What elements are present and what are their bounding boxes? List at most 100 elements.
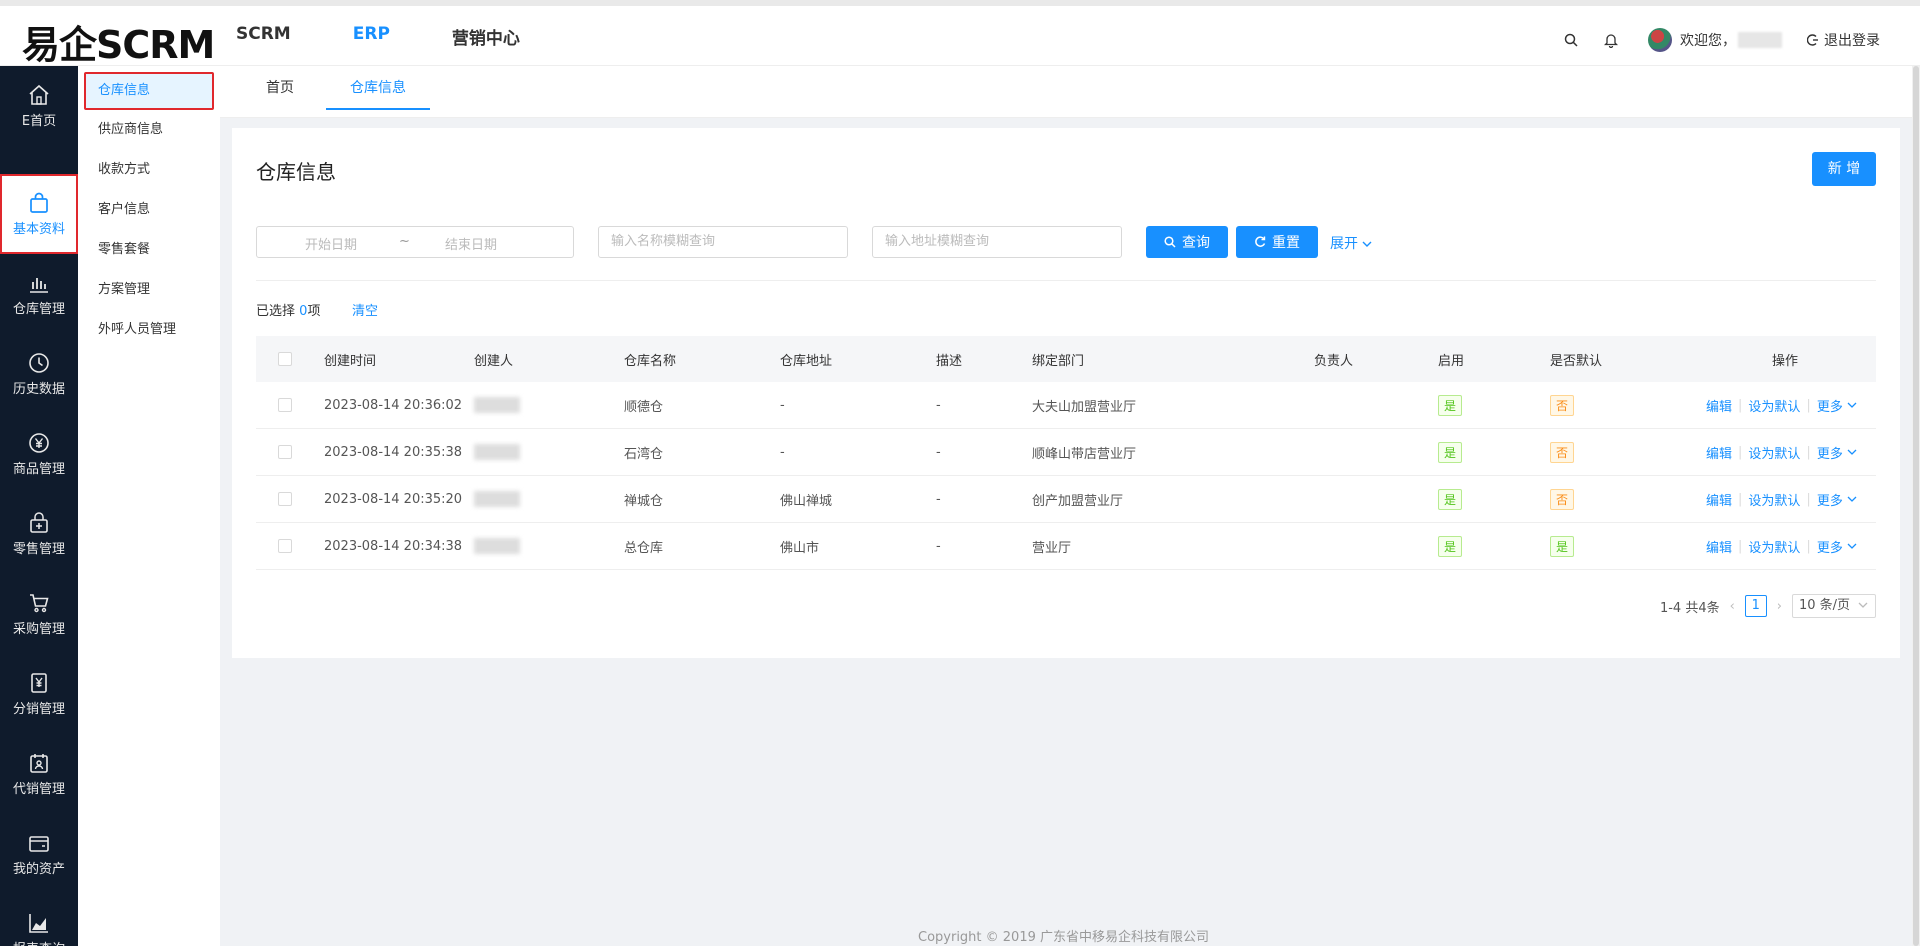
search-icon: [1164, 236, 1176, 248]
end-date-placeholder[interactable]: 结束日期: [445, 234, 497, 253]
edit-link[interactable]: 编辑: [1706, 490, 1732, 509]
scrollbar-thumb[interactable]: [1913, 66, 1919, 946]
table-row: 2023-08-14 20:34:38 总仓库 佛山市 - 营业厅 是 是 编辑…: [256, 523, 1876, 570]
cell-address: 佛山禅城: [780, 493, 833, 509]
page-tabs: 首页 仓库信息: [220, 66, 1920, 118]
creator-redacted: [474, 444, 520, 460]
username-redacted: [1738, 32, 1782, 48]
logout-icon[interactable]: [1804, 31, 1822, 49]
select-all-checkbox[interactable]: [278, 352, 292, 366]
edit-link[interactable]: 编辑: [1706, 537, 1732, 556]
more-link[interactable]: 更多: [1817, 490, 1843, 509]
sidebar-item-purchase[interactable]: 采购管理: [0, 574, 78, 654]
submenu-item-supplier-info[interactable]: 供应商信息: [78, 110, 220, 150]
row-checkbox[interactable]: [278, 492, 292, 506]
calendar-user-icon: [30, 754, 48, 773]
edit-link[interactable]: 编辑: [1706, 396, 1732, 415]
next-page-icon[interactable]: ›: [1777, 599, 1782, 614]
start-date-placeholder[interactable]: 开始日期: [305, 234, 357, 253]
chevron-down-icon: [1847, 496, 1857, 502]
nav-scrm[interactable]: SCRM: [236, 24, 291, 49]
cell-created-time: 2023-08-14 20:36:02: [324, 397, 463, 413]
submenu-item-retail-packages[interactable]: 零售套餐: [78, 230, 220, 270]
set-default-link[interactable]: 设为默认: [1748, 396, 1800, 415]
sidebar-label: 我的资产: [12, 862, 65, 877]
sidebar-item-basic-info[interactable]: 基本资料: [0, 174, 78, 254]
submenu-item-payment-methods[interactable]: 收款方式: [78, 150, 220, 190]
name-search-input[interactable]: 输入名称模糊查询: [598, 226, 848, 258]
row-checkbox[interactable]: [278, 445, 292, 459]
creator-redacted: [474, 538, 520, 554]
more-link[interactable]: 更多: [1817, 537, 1843, 556]
query-button[interactable]: 查询: [1146, 226, 1228, 258]
cell-warehouse-name: 总仓库: [624, 540, 664, 556]
chevron-down-icon: [1847, 449, 1857, 455]
sidebar-item-consignment[interactable]: 代销管理: [0, 734, 78, 814]
scrollbar[interactable]: [1912, 66, 1920, 946]
row-checkbox[interactable]: [278, 539, 292, 553]
tab-home[interactable]: 首页: [260, 66, 300, 110]
sidebar-label: E首页: [21, 114, 57, 129]
footer-copyright: Copyright © 2019 广东省中移易企科技有限公司: [918, 930, 1210, 945]
submenu-item-plan-management[interactable]: 方案管理: [78, 270, 220, 310]
sidebar-item-warehouse[interactable]: 仓库管理: [0, 254, 78, 334]
row-actions: 编辑 | 设为默认 | 更多: [1706, 429, 1857, 475]
tab-warehouse-info[interactable]: 仓库信息: [326, 66, 430, 110]
sidebar-label: 历史数据: [12, 382, 65, 397]
row-checkbox[interactable]: [278, 398, 292, 412]
col-warehouse-address: 仓库地址: [780, 353, 833, 369]
clear-selection-link[interactable]: 清空: [352, 300, 378, 319]
address-search-input[interactable]: 输入地址模糊查询: [872, 226, 1122, 258]
default-badge: 否: [1550, 441, 1575, 463]
set-default-link[interactable]: 设为默认: [1748, 443, 1800, 462]
cell-department: 创产加盟营业厅: [1032, 493, 1124, 509]
welcome-text: 欢迎您，: [1680, 33, 1736, 49]
header-actions: 欢迎您， 退出登录: [1562, 28, 1880, 52]
page-button[interactable]: 1: [1744, 595, 1767, 617]
sidebar-item-reports[interactable]: 报表查询: [0, 894, 78, 946]
cell-description: -: [936, 397, 941, 413]
default-badge: 是: [1550, 535, 1575, 557]
pagination-summary: 1-4 共4条: [1659, 600, 1720, 616]
edit-link[interactable]: 编辑: [1706, 443, 1732, 462]
submenu-item-warehouse-info[interactable]: 仓库信息: [84, 72, 214, 110]
prev-page-icon[interactable]: ‹: [1730, 599, 1735, 614]
more-link[interactable]: 更多: [1817, 396, 1843, 415]
sidebar-item-history[interactable]: 历史数据: [0, 334, 78, 414]
page-size-select[interactable]: 10 条/页: [1792, 594, 1876, 618]
logout-button[interactable]: 退出登录: [1824, 30, 1880, 50]
date-range-picker[interactable]: 开始日期 ~ 结束日期: [256, 226, 574, 258]
search-icon[interactable]: [1562, 31, 1580, 49]
chevron-down-icon: [1858, 602, 1868, 608]
sidebar-item-home[interactable]: E首页: [0, 66, 78, 146]
sidebar-item-retail[interactable]: 零售管理: [0, 494, 78, 574]
sidebar-item-assets[interactable]: 我的资产: [0, 814, 78, 894]
reset-button[interactable]: 重置: [1236, 226, 1318, 258]
sub-menu: 仓库信息 供应商信息 收款方式 客户信息 零售套餐 方案管理 外呼人员管理: [78, 66, 220, 946]
sidebar-item-products[interactable]: 商品管理: [0, 414, 78, 494]
submenu-item-customer-info[interactable]: 客户信息: [78, 190, 220, 230]
enabled-badge: 是: [1438, 488, 1463, 510]
row-actions: 编辑 | 设为默认 | 更多: [1706, 476, 1857, 522]
add-button[interactable]: 新 增: [1812, 152, 1876, 186]
home-icon: [29, 84, 49, 105]
nav-erp[interactable]: ERP: [353, 24, 390, 49]
default-badge: 否: [1550, 394, 1575, 416]
more-link[interactable]: 更多: [1817, 443, 1843, 462]
enabled-badge: 是: [1438, 394, 1463, 416]
cart-icon: [30, 594, 49, 613]
sidebar-label: 报表查询: [13, 938, 65, 946]
set-default-link[interactable]: 设为默认: [1748, 537, 1800, 556]
expand-toggle[interactable]: 展开: [1330, 233, 1372, 253]
nav-marketing[interactable]: 营销中心: [452, 24, 520, 49]
area-chart-icon: [29, 914, 48, 933]
set-default-link[interactable]: 设为默认: [1748, 490, 1800, 509]
enabled-badge: 是: [1438, 535, 1463, 557]
table-header: 创建时间 创建人 仓库名称 仓库地址 描述 绑定部门 负责人 启用 是否默认 操…: [256, 336, 1876, 382]
avatar[interactable]: [1648, 28, 1672, 52]
app-logo: 易企SCRM: [22, 23, 215, 67]
sidebar-item-distribution[interactable]: 分销管理: [0, 654, 78, 734]
cell-created-time: 2023-08-14 20:35:20: [324, 491, 463, 507]
bell-icon[interactable]: [1602, 31, 1620, 49]
submenu-item-outbound-staff[interactable]: 外呼人员管理: [78, 310, 220, 350]
